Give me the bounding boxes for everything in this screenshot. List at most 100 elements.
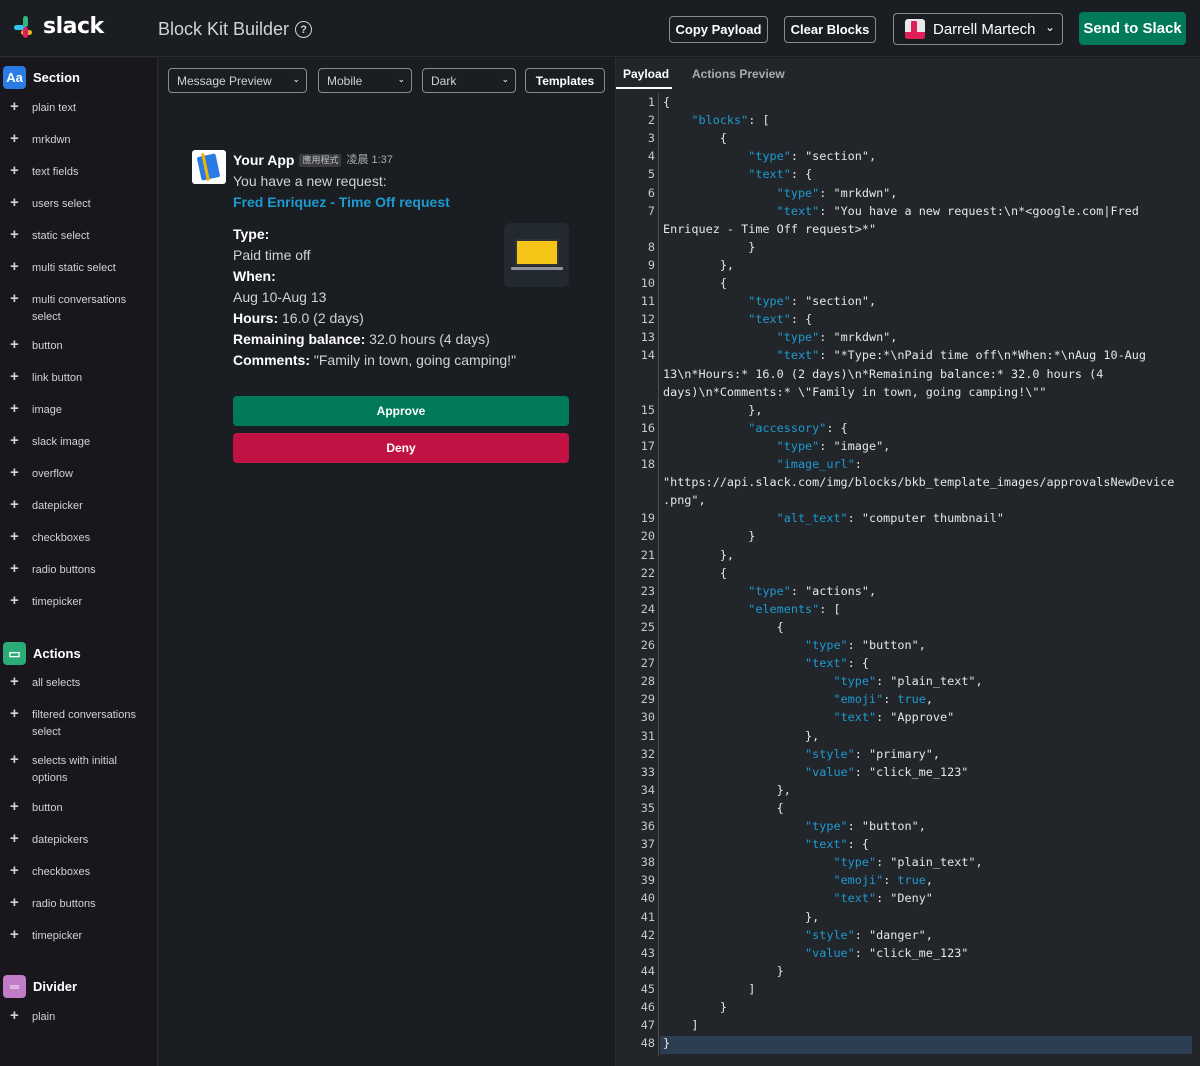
copy-payload-button[interactable]: Copy Payload [669,16,768,43]
approve-button[interactable]: Approve [233,396,569,426]
json-text: , [925,692,933,707]
sidebar-item-label: text fields [32,166,79,178]
json-key: "type" [748,294,791,309]
line-number: 4 [647,149,655,164]
json-key: "type" [805,819,848,833]
line-number: 23 [640,583,655,598]
json-text: }, [663,728,820,743]
top-bar: slack Block Kit Builder ? Copy Payload C… [0,0,1200,57]
app-name[interactable]: Your App [233,150,294,171]
sidebar-item[interactable]: + button [10,337,150,355]
json-key: "type" [776,185,820,200]
json-key: "type" [833,674,877,689]
json-text: : "section", [790,294,877,309]
sidebar-item[interactable]: + multi conversations select [10,291,150,326]
preview-mode-select[interactable]: Message Preview ⌄ [168,68,307,93]
json-text: }, [663,782,791,797]
deny-button[interactable]: Deny [233,433,569,463]
line-number: 38 [640,855,655,870]
send-to-slack-button[interactable]: Send to Slack [1079,12,1186,45]
sidebar-item[interactable]: + plain text [10,99,150,117]
sidebar-item[interactable]: + timepicker [10,927,150,945]
app-avatar [192,150,226,184]
user-workspace-select[interactable]: Darrell Martech ⌄ [893,13,1063,45]
sidebar-item[interactable]: + multi static select [10,259,150,277]
plus-icon: + [10,560,19,577]
sidebar-item[interactable]: + image [10,401,150,419]
line-number: 46 [640,1000,655,1014]
json-text: "https://api.slack.com/img/blocks/bkb_te… [663,475,1175,490]
json-key: "type" [833,855,877,870]
json-text: : { [826,420,848,435]
plus-icon: + [10,432,19,449]
json-text: : { [790,312,813,327]
sidebar-item[interactable]: + mrkdwn [10,131,150,149]
code-line: "emoji": true, [663,692,933,707]
help-icon[interactable]: ? [295,21,313,38]
sidebar-item[interactable]: + plain [10,1008,150,1026]
json-text: } [663,1036,671,1051]
line-number: 24 [640,601,655,616]
message-timestamp[interactable]: 凌晨 1:37 [346,150,392,171]
json-code-editor[interactable]: { "blocks": [ { "type": "section", "text… [616,93,1200,1066]
tab-actions-preview[interactable]: Actions Preview [692,67,785,81]
sidebar-item[interactable]: + checkboxes [10,863,150,881]
sidebar-item-label: timepicker [32,930,83,942]
sidebar-item[interactable]: + overflow [10,464,150,483]
sidebar-item[interactable]: + filtered conversations select [10,706,150,741]
sidebar-item[interactable]: + timepicker [10,593,150,611]
sidebar-section-divider: ═ Divider [3,975,77,998]
json-text [663,873,833,887]
request-link[interactable]: Fred Enriquez - Time Off request [233,192,573,213]
balance-value: 32.0 hours (4 days) [365,331,490,347]
json-text: }, [663,257,735,272]
chevron-down-icon: ⌄ [1044,20,1055,34]
sidebar-item-label: checkboxes [32,866,91,878]
sidebar-item[interactable]: + datepickers [10,831,150,849]
sidebar-item[interactable]: + users select [10,195,150,213]
json-text: { [663,565,727,580]
sidebar-item[interactable]: + radio buttons [10,560,150,579]
json-text: }, [663,909,820,924]
sidebar-item-label: slack image [32,436,91,448]
plus-icon: + [10,464,19,481]
templates-button[interactable]: Templates [525,68,605,93]
sidebar-item[interactable]: + radio buttons [10,895,150,913]
slack-logo[interactable]: slack [14,14,104,39]
json-text: ] [663,1018,699,1033]
line-number: 19 [640,511,655,526]
code-line: "https://api.slack.com/img/blocks/bkb_te… [663,475,1174,489]
computer-thumbnail-image[interactable] [504,223,569,287]
sidebar-item[interactable]: + link button [10,369,150,387]
theme-select[interactable]: Dark ⌄ [422,68,516,93]
device-select[interactable]: Mobile ⌄ [318,68,412,93]
sidebar-section-label: Section [33,70,80,85]
sidebar-item-label: radio buttons [32,898,96,910]
json-text: }, [663,402,763,417]
sidebar-item-label: multi static select [32,262,116,274]
code-line: "type": "section", [663,294,876,308]
sidebar-item[interactable]: + checkboxes [10,529,150,547]
sidebar-item[interactable]: + slack image [10,432,150,451]
sidebar-item[interactable]: + all selects [10,674,150,692]
sidebar-item[interactable]: + static select [10,227,150,245]
sidebar-item[interactable]: + datepicker [10,497,150,515]
sidebar-item-label: image [32,404,62,416]
sidebar-item-label: datepicker [32,500,83,512]
json-text: : "section", [790,149,877,164]
json-text: : "button", [847,638,926,652]
chevron-down-icon: ⌄ [501,74,509,84]
tab-payload[interactable]: Payload [623,67,669,81]
code-line: ] [663,1018,699,1033]
code-line: { [663,276,727,290]
actions-block-icon: ▭ [3,642,26,665]
sidebar-item[interactable]: + text fields [10,163,150,181]
app-badge: 應用程式 [299,154,342,167]
clear-blocks-button[interactable]: Clear Blocks [784,16,876,43]
json-text: : "Deny" [876,891,933,906]
sidebar-item[interactable]: + button [10,799,150,817]
sidebar-item[interactable]: + selects with initial options [10,752,150,787]
json-text: ] [663,981,756,996]
json-key: "type" [748,583,791,598]
json-key: "text" [833,891,877,906]
